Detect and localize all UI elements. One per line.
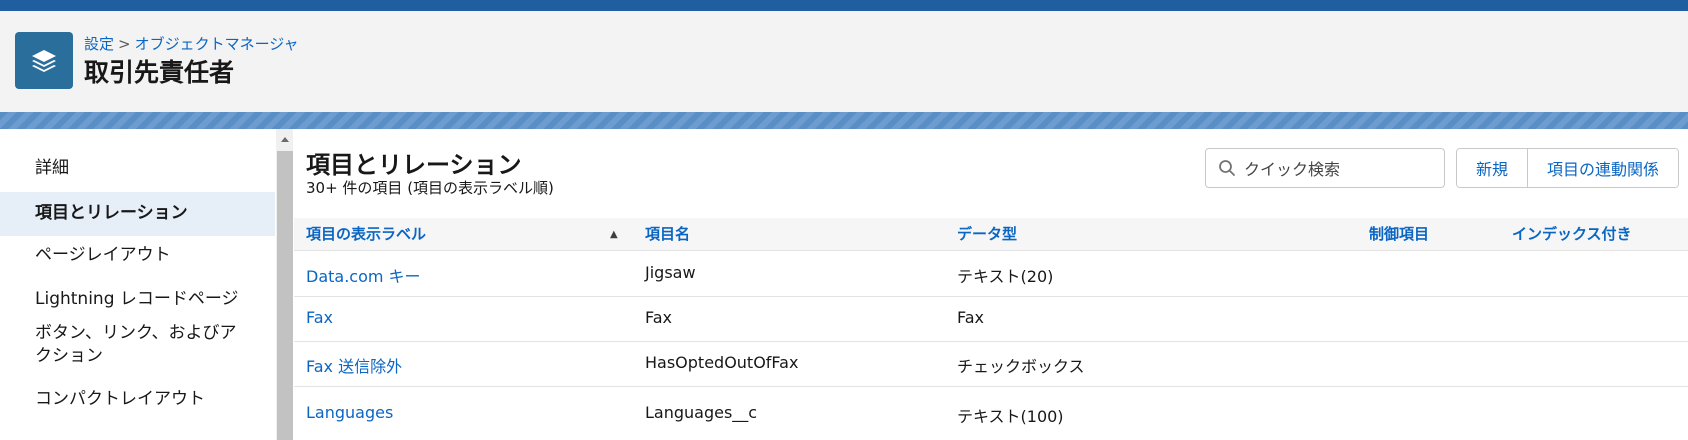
breadcrumb: 設定 > オブジェクトマネージャ <box>84 33 299 54</box>
field-api-name: Fax <box>645 308 673 327</box>
field-data-type: テキスト(100) <box>957 407 1064 426</box>
quick-search-input[interactable]: クイック検索 <box>1205 148 1445 188</box>
sidebar-item-buttons-links-actions-cont[interactable]: クション <box>0 344 275 368</box>
breadcrumb-setup-link[interactable]: 設定 <box>84 35 114 53</box>
item-count: 30+ 件の項目 (項目の表示ラベル順) <box>306 179 554 197</box>
sidebar-item-buttons-links-actions[interactable]: ボタン、リンク、およびア <box>0 321 275 345</box>
field-label-link[interactable]: Fax <box>306 308 333 327</box>
breadcrumb-object-manager-link[interactable]: オブジェクトマネージャ <box>135 35 299 53</box>
table-row: Fax Fax Fax <box>294 297 1688 342</box>
scroll-up-arrow-icon[interactable] <box>276 131 293 147</box>
field-api-name: Languages__c <box>645 403 758 422</box>
sidebar-scrollbar-thumb[interactable] <box>277 151 293 440</box>
top-brand-band <box>0 0 1688 11</box>
column-header-indexed[interactable]: インデックス付き <box>1512 218 1632 251</box>
object-icon <box>15 32 73 89</box>
column-header-data-type[interactable]: データ型 <box>957 218 1017 251</box>
page-header: 設定 > オブジェクトマネージャ 取引先責任者 <box>0 11 1688 112</box>
field-data-type: テキスト(20) <box>957 267 1054 286</box>
column-header-controlling-field[interactable]: 制御項目 <box>1369 218 1429 251</box>
field-data-type: Fax <box>957 308 985 327</box>
field-api-name: Jigsaw <box>645 263 696 282</box>
table-row: Data.com キー Jigsaw テキスト(20) <box>294 252 1688 297</box>
field-label-link[interactable]: Fax 送信除外 <box>306 353 402 377</box>
column-header-field-name[interactable]: 項目名 <box>645 218 690 251</box>
field-label-link[interactable]: Languages <box>306 403 393 422</box>
breadcrumb-separator: > <box>118 35 131 53</box>
decorative-banner <box>0 112 1688 129</box>
field-dependencies-button[interactable]: 項目の連動関係 <box>1527 149 1679 187</box>
section-title: 項目とリレーション <box>306 151 522 179</box>
sort-ascending-icon[interactable]: ▲ <box>610 218 618 251</box>
sidebar: 詳細 項目とリレーション ページレイアウト Lightning レコードページ … <box>0 129 275 440</box>
sidebar-item-lightning-record-pages[interactable]: Lightning レコードページ <box>0 277 275 321</box>
sidebar-item-page-layouts[interactable]: ページレイアウト <box>0 233 275 277</box>
field-label-link[interactable]: Data.com キー <box>306 263 421 287</box>
action-button-group: 新規 項目の連動関係 <box>1456 148 1680 188</box>
sidebar-item-compact-layouts[interactable]: コンパクトレイアウト <box>0 385 275 425</box>
search-icon <box>1219 160 1235 176</box>
search-placeholder: クイック検索 <box>1244 160 1341 179</box>
table-header: 項目の表示ラベル ▲ 項目名 データ型 制御項目 インデックス付き <box>294 218 1688 251</box>
sidebar-item-details[interactable]: 詳細 <box>0 146 275 190</box>
column-header-field-label[interactable]: 項目の表示ラベル <box>306 218 426 251</box>
field-data-type: チェックボックス <box>957 357 1085 376</box>
table-row: Fax 送信除外 HasOptedOutOfFax チェックボックス <box>294 342 1688 387</box>
field-api-name: HasOptedOutOfFax <box>645 353 799 372</box>
page-title: 取引先責任者 <box>84 58 235 87</box>
main-panel: 項目とリレーション 30+ 件の項目 (項目の表示ラベル順) クイック検索 新規… <box>294 129 1688 440</box>
sidebar-item-fields-relationships[interactable]: 項目とリレーション <box>0 192 275 236</box>
new-button[interactable]: 新規 <box>1457 149 1528 187</box>
table-row: Languages Languages__c テキスト(100) <box>294 387 1688 440</box>
stack-layers-icon <box>32 49 56 72</box>
